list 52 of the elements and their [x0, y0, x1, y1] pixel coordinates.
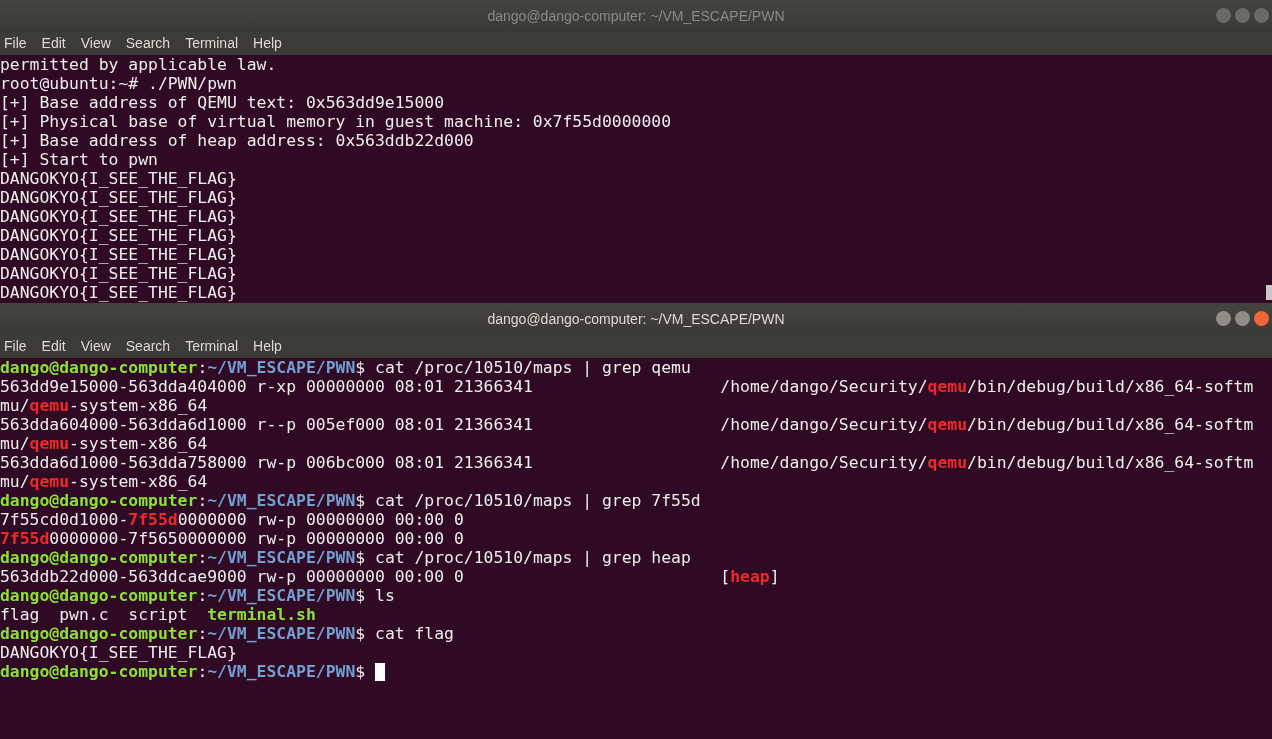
terminal-line: mu/qemu-system-x86_64 — [0, 434, 208, 453]
terminal-line: DANGOKYO{I_SEE_THE_FLAG} — [0, 245, 237, 264]
menu-item[interactable]: File — [4, 336, 27, 357]
close-button[interactable] — [1254, 311, 1269, 326]
menu-item[interactable]: Edit — [41, 33, 66, 54]
maximize-button[interactable] — [1235, 311, 1250, 326]
terminal-line: 7f55d0000000-7f5650000000 rw-p 00000000 00:00 0 — [0, 529, 464, 548]
terminal-line: [+] Physical base of virtual memory in guest machine: 0x7f55d0000000 — [0, 112, 672, 131]
menu-item[interactable]: File — [4, 33, 27, 54]
terminal-line: dango@dango-computer:~/VM_ESCAPE/PWN$ — [0, 662, 367, 681]
terminal-line: mu/qemu-system-x86_64 — [0, 472, 208, 491]
terminal-line: 7f55cd0d1000-7f55d0000000 rw-p 00000000 00:00 0 — [0, 510, 464, 529]
terminal-line: flag pwn.c script terminal.sh — [0, 605, 316, 624]
minimize-button[interactable] — [1216, 8, 1231, 23]
window-title: dango@dango-computer: ~/VM_ESCAPE/PWN — [487, 6, 785, 26]
menu-item[interactable]: View — [80, 336, 111, 357]
menu-item[interactable]: Terminal — [185, 33, 239, 54]
menu-item[interactable]: Terminal — [185, 336, 239, 357]
terminal-line: DANGOKYO{I_SEE_THE_FLAG} — [0, 264, 237, 283]
text-cursor — [375, 662, 386, 681]
terminal-line: dango@dango-computer:~/VM_ESCAPE/PWN$ cat flag — [0, 624, 454, 643]
maximize-button[interactable] — [1235, 8, 1250, 23]
menu-item[interactable]: View — [80, 33, 111, 54]
menu-item[interactable]: Help — [253, 336, 282, 357]
terminal-line: dango@dango-computer:~/VM_ESCAPE/PWN$ ls — [0, 586, 395, 605]
terminal-line: mu/qemu-system-x86_64 — [0, 396, 208, 415]
terminal-line: 563dda604000-563dda6d1000 r--p 005ef000 08:01 21366341 /home/dango/Security/qemu/bin/debug/build/x86_64-softm — [0, 415, 1254, 434]
terminal-line: dango@dango-computer:~/VM_ESCAPE/PWN$ cat /proc/10510/maps | grep qemu — [0, 358, 691, 377]
terminal-line: 563dd9e15000-563dda404000 r-xp 00000000 08:01 21366341 /home/dango/Security/qemu/bin/debug/build/x86_64-softm — [0, 377, 1254, 396]
terminal-line: root@ubuntu:~# ./PWN/pwn — [0, 74, 237, 93]
terminal-line: dango@dango-computer:~/VM_ESCAPE/PWN$ cat /proc/10510/maps | grep 7f55d — [0, 491, 701, 510]
terminal-line: [+] Base address of QEMU text: 0x563dd9e15000 — [0, 93, 445, 112]
terminal-line: DANGOKYO{I_SEE_THE_FLAG} — [0, 169, 237, 188]
terminal-line: 563ddb22d000-563ddcae9000 rw-p 00000000 00:00 0 [heap] — [0, 567, 780, 586]
close-button[interactable] — [1254, 8, 1269, 23]
terminal-line: [+] Base address of heap address: 0x563ddb22d000 — [0, 131, 474, 150]
terminal-line: DANGOKYO{I_SEE_THE_FLAG} — [0, 226, 237, 245]
minimize-button[interactable] — [1216, 311, 1231, 326]
menu-item[interactable]: Help — [253, 33, 282, 54]
terminal-line: dango@dango-computer:~/VM_ESCAPE/PWN$ cat /proc/10510/maps | grep heap — [0, 548, 691, 567]
terminal-line: [+] Start to pwn — [0, 150, 158, 169]
menu-item[interactable]: Search — [125, 336, 171, 357]
window-title: dango@dango-computer: ~/VM_ESCAPE/PWN — [487, 309, 785, 329]
menu-item[interactable]: Search — [125, 33, 171, 54]
menu-item[interactable]: Edit — [41, 336, 66, 357]
terminal-line: DANGOKYO{I_SEE_THE_FLAG} — [0, 188, 237, 207]
scrollbar-thumb[interactable] — [1266, 285, 1272, 300]
terminal-line: permitted by applicable law. — [0, 55, 277, 74]
terminal-line: DANGOKYO{I_SEE_THE_FLAG} — [0, 283, 237, 302]
terminal-line: 563dda6d1000-563dda758000 rw-p 006bc000 08:01 21366341 /home/dango/Security/qemu/bin/debug/build/x86_64-softm — [0, 453, 1254, 472]
terminal-line: DANGOKYO{I_SEE_THE_FLAG} — [0, 207, 237, 226]
terminal-line: DANGOKYO{I_SEE_THE_FLAG} — [0, 643, 237, 662]
